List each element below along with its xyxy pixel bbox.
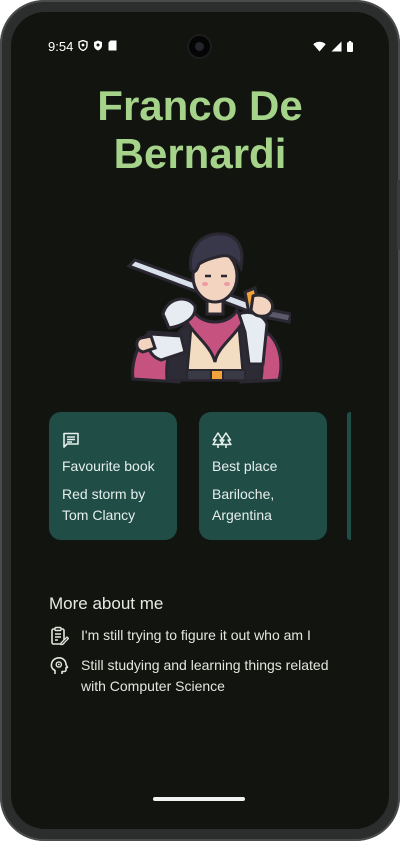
favourite-book-card[interactable]: Favourite book Red storm by Tom Clancy: [49, 412, 177, 540]
wifi-icon: [313, 40, 326, 55]
about-item-text: Still studying and learning things relat…: [81, 657, 329, 694]
status-time: 9:54: [48, 39, 74, 54]
clipboard-edit-icon: [49, 626, 71, 646]
more-about-me-heading: More about me: [49, 594, 164, 613]
card-value: Bariloche, Argentina: [212, 486, 275, 523]
message-icon: [62, 432, 80, 454]
about-item: I'm still trying to figure it out who am…: [49, 625, 356, 646]
card-title: Best place: [212, 458, 278, 474]
knight-avatar-image: [121, 214, 293, 394]
next-card-peek[interactable]: [347, 412, 351, 540]
phone-frame: 9:54 Franco De Bernardi Favourite book R…: [0, 0, 400, 841]
profile-name: Franco De Bernardi: [11, 82, 389, 178]
card-value: Red storm by Tom Clancy: [62, 486, 146, 523]
status-right: [313, 40, 353, 55]
best-place-card[interactable]: Best place Bariloche, Argentina: [199, 412, 327, 540]
status-left: 9:54: [48, 39, 117, 54]
profile-name-line-2: Bernardi: [113, 130, 287, 177]
sd-card-icon: [108, 40, 117, 53]
about-item: Still studying and learning things relat…: [49, 655, 356, 697]
app-screen: 9:54 Franco De Bernardi Favourite book R…: [11, 12, 389, 829]
gesture-navigation-handle[interactable]: [153, 797, 245, 801]
battery-icon: [347, 40, 353, 55]
psychology-icon: [49, 656, 71, 676]
front-camera: [189, 36, 210, 57]
about-item-text: I'm still trying to figure it out who am…: [81, 627, 311, 643]
location-shield-icon: [78, 39, 89, 53]
signal-icon: [331, 40, 342, 55]
vpn-shield-icon: [93, 40, 103, 53]
card-title: Favourite book: [62, 458, 155, 474]
status-bar: 9:54: [11, 12, 389, 57]
profile-name-line-1: Franco De: [97, 82, 303, 129]
forest-icon: [212, 432, 232, 454]
